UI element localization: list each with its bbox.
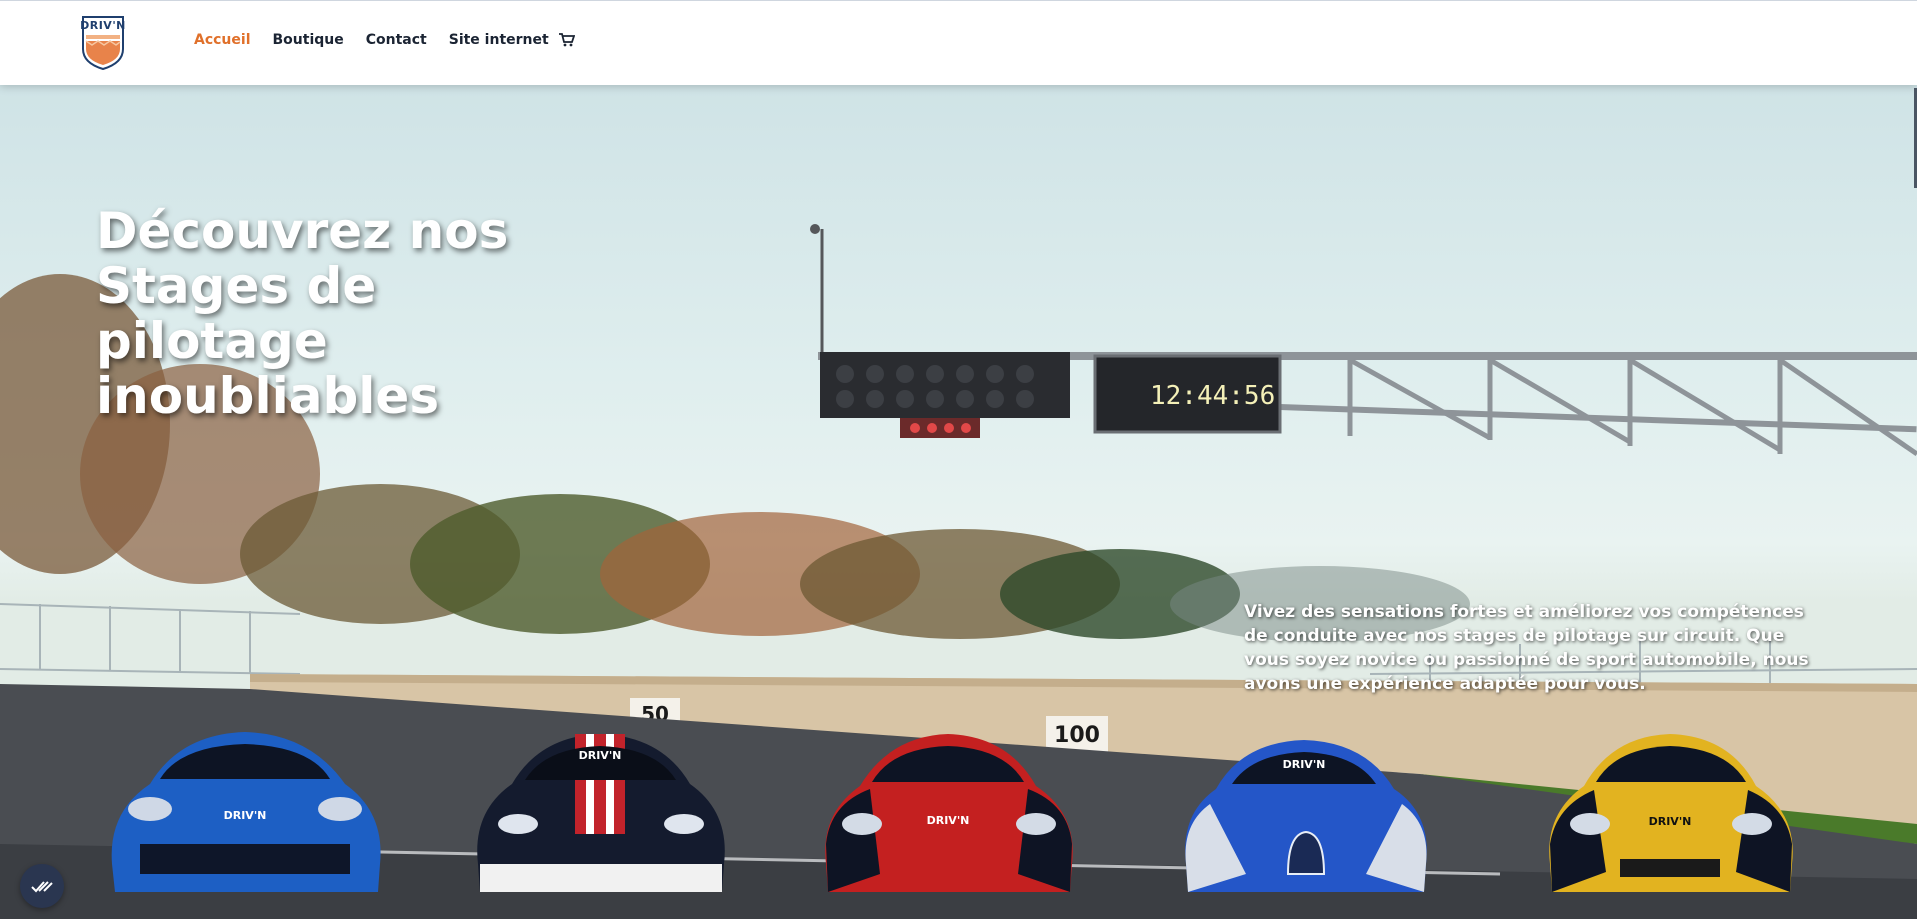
start-gantry: 12:44:56 <box>810 224 1917 457</box>
logo-wordmark: DRIV'N <box>80 19 126 32</box>
car-5-livery: DRIV'N <box>1649 815 1692 828</box>
nav-item-site-internet[interactable]: Site internet <box>449 32 549 48</box>
gantry-clock: 12:44:56 <box>1150 381 1275 411</box>
nav-item-contact[interactable]: Contact <box>366 32 427 48</box>
hero-section: 50 100 12:44:56 DRIV'N DRIV'N DRIV'N DRI… <box>0 84 1917 919</box>
shopping-cart-icon[interactable] <box>558 33 575 47</box>
hero-title: Découvrez nos Stages de pilotage inoubli… <box>96 202 509 425</box>
car-4-livery: DRIV'N <box>1283 758 1326 771</box>
nav-item-accueil[interactable]: Accueil <box>194 32 251 48</box>
car-3-livery: DRIV'N <box>927 814 970 827</box>
car-2-livery: DRIV'N <box>579 749 622 762</box>
car-1-livery: DRIV'N <box>224 809 267 822</box>
hero-description: Vivez des sensations fortes et améliorez… <box>1244 602 1809 694</box>
site-header: DRIV'N Accueil Boutique Contact Site int… <box>0 0 1917 85</box>
brand-logo[interactable]: DRIV'N <box>80 15 126 71</box>
main-nav: Accueil Boutique Contact Site internet <box>194 32 575 48</box>
nav-item-boutique[interactable]: Boutique <box>273 32 344 48</box>
check-double-icon <box>31 881 53 893</box>
floating-action-button[interactable] <box>20 864 64 908</box>
distance-board-100-label: 100 <box>1054 723 1100 748</box>
